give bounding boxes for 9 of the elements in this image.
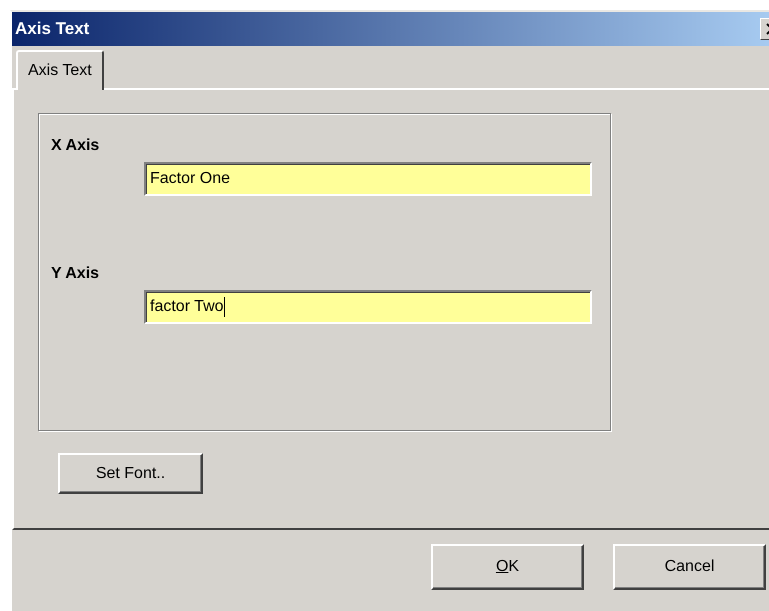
cancel-button[interactable]: Cancel [613, 544, 766, 590]
field-label: X Axis [51, 136, 100, 156]
input-field[interactable]: factor Two [144, 290, 592, 324]
ok-button[interactable]: OK [431, 544, 584, 590]
input-field[interactable]: Factor One [144, 162, 592, 196]
window-title: Axis Text [15, 18, 90, 40]
field-label: Y Axis [51, 264, 100, 284]
tab[interactable]: Axis Text [16, 50, 104, 90]
set-font-button[interactable]: Set Font.. [58, 453, 203, 494]
